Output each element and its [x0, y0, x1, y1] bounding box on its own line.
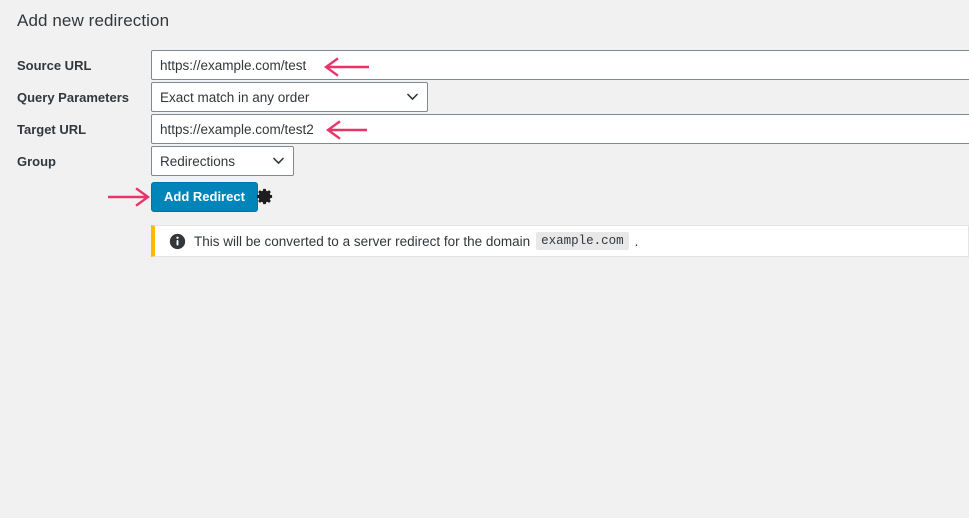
field-source-url: [151, 50, 969, 80]
field-target-url: [151, 114, 969, 144]
chevron-down-icon: [273, 157, 284, 165]
chevron-down-icon: [407, 93, 418, 101]
label-query-parameters: Query Parameters: [17, 90, 130, 105]
gear-icon: [256, 188, 273, 205]
notice-text-before: This will be converted to a server redir…: [194, 233, 531, 249]
field-query-parameters: Exact match in any order: [151, 82, 428, 112]
field-group: Redirections: [151, 146, 294, 176]
label-target-url: Target URL: [17, 122, 87, 137]
notice-domain-code: example.com: [536, 232, 629, 250]
label-source-url: Source URL: [17, 58, 92, 73]
form-row-query-parameters: Query Parameters Exact match in any orde…: [0, 82, 969, 114]
info-icon: [169, 233, 186, 249]
add-redirect-button[interactable]: Add Redirect: [151, 182, 258, 212]
query-parameters-select[interactable]: Exact match in any order: [151, 82, 428, 112]
target-url-input[interactable]: [151, 114, 969, 144]
settings-gear-button[interactable]: [255, 187, 274, 206]
source-url-input[interactable]: [151, 50, 969, 80]
page-title: Add new redirection: [17, 11, 170, 30]
label-group: Group: [17, 154, 56, 169]
submit-row: Add Redirect: [0, 182, 969, 212]
group-selected-value: Redirections: [160, 153, 236, 169]
group-select[interactable]: Redirections: [151, 146, 294, 176]
form-row-group: Group Redirections: [0, 146, 969, 178]
form-row-target-url: Target URL: [0, 114, 969, 146]
server-redirect-notice: This will be converted to a server redir…: [151, 225, 969, 257]
form-row-source-url: Source URL: [0, 50, 969, 82]
notice-text-after: .: [634, 233, 639, 249]
query-parameters-selected-value: Exact match in any order: [160, 89, 310, 105]
